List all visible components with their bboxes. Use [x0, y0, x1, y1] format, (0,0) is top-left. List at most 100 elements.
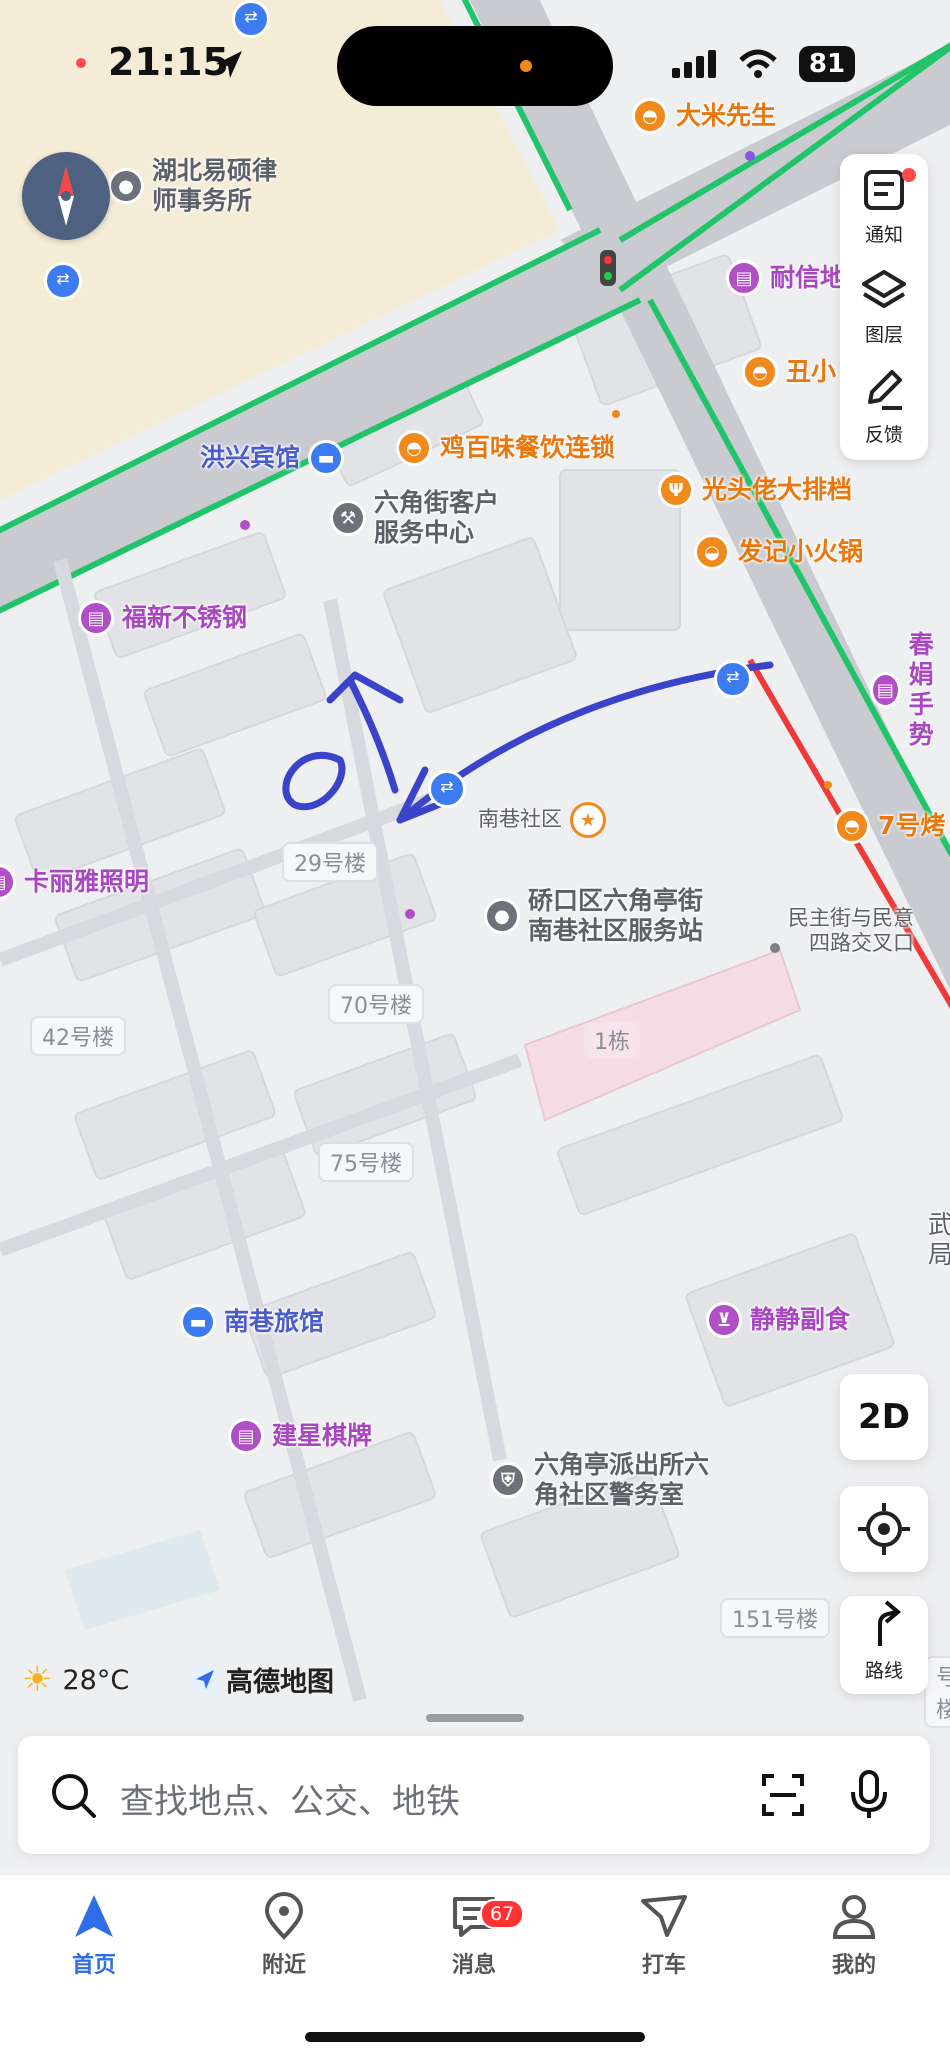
star-home-icon: ★ [570, 802, 606, 838]
place-icon: ● [108, 168, 144, 204]
place-icon: ● [484, 898, 520, 934]
feedback-button[interactable]: 反馈 [840, 354, 928, 454]
poi-jingjing[interactable]: ⊻ 静静副食 [706, 1302, 850, 1338]
weather-widget[interactable]: ☀ 28°C [22, 1660, 129, 1700]
compass-icon [58, 166, 74, 226]
dynamic-island [337, 26, 613, 106]
message-badge: 67 [480, 1899, 525, 1929]
poi-fajixiaohuoguo[interactable]: ◒ 发记小火锅 [694, 534, 863, 570]
tab-label: 我的 [831, 1953, 876, 1978]
home-indicator [305, 2032, 645, 2042]
clock: 21:15 [108, 40, 229, 84]
building-label: 1栋 [584, 1022, 640, 1058]
building-label: 151号楼 [720, 1598, 830, 1638]
shop-icon: ▤ [228, 1418, 264, 1454]
poi-liujiaojie[interactable]: ⚒ 六角街客户 服务中心 [330, 488, 499, 548]
notification-dot [902, 168, 916, 182]
feedback-pen-icon [868, 370, 902, 410]
notify-button[interactable]: 通知 [840, 154, 928, 254]
view-mode-button[interactable]: 2D [840, 1374, 928, 1460]
temperature: 28°C [62, 1664, 130, 1696]
poi-hongxing[interactable]: ▬ 洪兴宾馆 [200, 440, 345, 476]
tab-home[interactable]: 首页 [34, 1891, 154, 1979]
taxi-flag-icon [641, 1895, 687, 1937]
hotpot-icon: ◒ [694, 534, 730, 570]
locate-icon [858, 1503, 910, 1555]
hotel-icon: ▬ [308, 440, 345, 476]
tab-taxi[interactable]: 打车 [604, 1891, 724, 1979]
restaurant-icon: ◓ [742, 354, 778, 390]
route-label: 路线 [864, 1660, 903, 1682]
poi-minzhu[interactable]: 民主街与民意 四路交叉口 [788, 906, 914, 956]
search-icon [52, 1774, 96, 1818]
tab-label: 消息 [451, 1953, 496, 1978]
sun-icon: ☀ [22, 1660, 53, 1700]
layers-label: 图层 [864, 324, 903, 346]
cart-icon: ⊻ [706, 1302, 742, 1338]
poi-yishuolv[interactable]: ● 湖北易硕律 师事务所 [108, 156, 277, 216]
poi-chouxiao[interactable]: ◓ 丑小 [742, 354, 836, 390]
map-canvas[interactable]: ◓ 大米先生 ● 湖北易硕律 师事务所 ▤ 耐信地 ◓ 丑小 ◓ 鸡百味餐饮连锁… [0, 0, 950, 1870]
shop-icon: ▤ [78, 600, 114, 636]
shop-icon: ▤ [870, 672, 901, 708]
tab-messages[interactable]: 67 消息 [414, 1891, 534, 1979]
layers-button[interactable]: 图层 [840, 254, 928, 354]
home-arrow-icon [75, 1895, 113, 1937]
brand-name: 高德地图 [226, 1667, 334, 1698]
amap-logo-icon [191, 1665, 219, 1694]
poi-paichusuo[interactable]: ⛨ 六角亭派出所六 角社区警务室 [490, 1450, 709, 1510]
restaurant-icon: ◓ [834, 808, 870, 844]
tab-profile[interactable]: 我的 [794, 1891, 914, 1979]
locate-button[interactable] [840, 1486, 928, 1572]
building-label: 70号楼 [328, 984, 424, 1024]
poi-wu[interactable]: 武 局 [928, 1210, 950, 1270]
sheet-drag-handle[interactable] [426, 1714, 524, 1722]
building-label: 75号楼 [318, 1142, 414, 1182]
compass-button[interactable] [22, 152, 110, 240]
poi-kaliya[interactable]: ▤ 卡丽雅照明 [0, 864, 149, 900]
police-icon: ⛨ [490, 1462, 526, 1498]
poi-nanxiang[interactable]: ★ 南巷社区 [478, 802, 606, 838]
hotel-icon: ▬ [180, 1304, 216, 1340]
map-tools-panel: 通知 图层 反馈 [840, 154, 928, 460]
microphone-icon[interactable] [844, 1768, 894, 1822]
shop-icon: ▤ [726, 260, 762, 296]
restaurant-icon: ◓ [396, 430, 432, 466]
notification-icon [864, 170, 904, 210]
scan-icon[interactable] [758, 1770, 808, 1820]
notify-label: 通知 [864, 224, 903, 246]
signal-icon [672, 50, 716, 78]
brand-logo: 高德地图 [190, 1660, 334, 1699]
poi-naixin[interactable]: ▤ 耐信地 [726, 260, 845, 296]
shop-icon: ▤ [0, 864, 16, 900]
location-arrow-icon [216, 51, 242, 78]
transit-icon[interactable]: ⇄ [44, 262, 82, 300]
recording-dot [76, 58, 86, 68]
tab-label: 首页 [71, 1953, 116, 1978]
route-arrow-icon [878, 1600, 902, 1646]
poi-qihao[interactable]: ◓ 7号烤 [834, 808, 945, 844]
search-input[interactable]: 查找地点、公交、地铁 [120, 1774, 460, 1823]
tab-label: 附近 [261, 1953, 306, 1978]
building-label: 42号楼 [30, 1016, 126, 1056]
feedback-label: 反馈 [864, 424, 903, 446]
poi-jianxing[interactable]: ▤ 建星棋牌 [228, 1418, 372, 1454]
transit-icon[interactable]: ⇄ [714, 660, 752, 698]
poi-chunmei[interactable]: ▤ 春娟 手势 [870, 630, 950, 750]
layers-icon [862, 270, 906, 308]
poi-jibaiwei[interactable]: ◓ 鸡百味餐饮连锁 [396, 430, 615, 466]
poi-nanxianglvguan[interactable]: ▬ 南巷旅馆 [180, 1304, 324, 1340]
search-bar[interactable]: 查找地点、公交、地铁 [18, 1736, 930, 1854]
status-bar: 21:15 81 [0, 0, 950, 120]
route-button[interactable]: 路线 [840, 1596, 928, 1694]
cutlery-icon: Ψ [658, 472, 694, 508]
tab-nearby[interactable]: 附近 [224, 1891, 344, 1979]
poi-fuxin[interactable]: ▤ 福新不锈钢 [78, 600, 247, 636]
poi-guangtoulao[interactable]: Ψ 光头佬大排档 [658, 472, 852, 508]
user-icon [832, 1895, 876, 1939]
wifi-icon [739, 49, 777, 78]
transit-icon[interactable]: ⇄ [428, 770, 466, 808]
wrench-icon: ⚒ [330, 500, 366, 536]
battery-indicator: 81 [799, 46, 855, 82]
poi-fuwuzhan[interactable]: ● 硚口区六角亭街 南巷社区服务站 [484, 886, 703, 946]
